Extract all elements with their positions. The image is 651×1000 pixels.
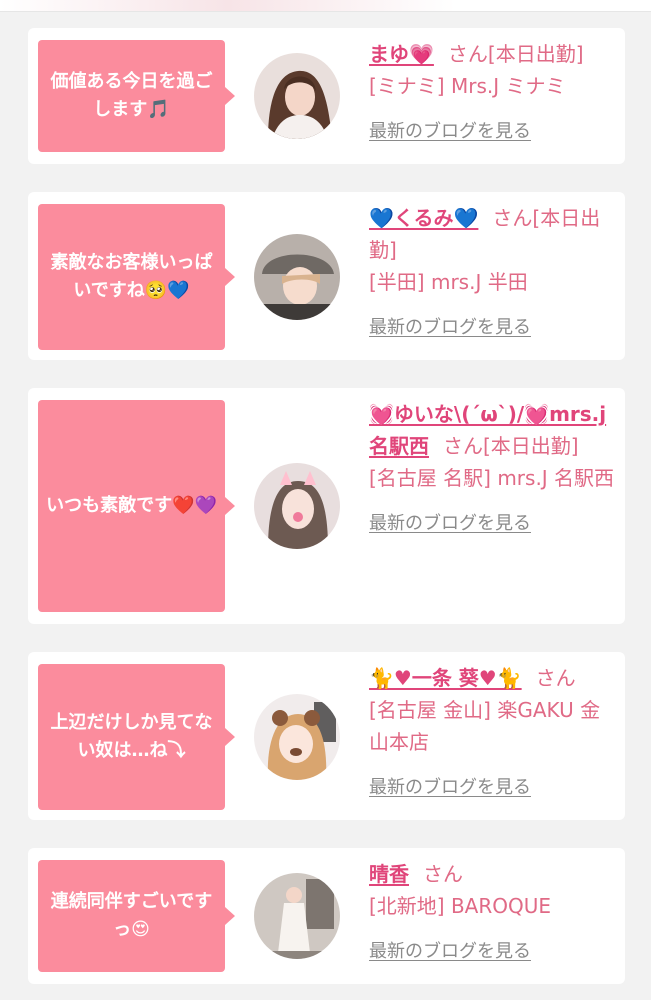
cast-card[interactable]: 素敵なお客様いっぱいですね🥺💙 💙くるみ💙 さん[本日出勤] [半田] mrs.J… [28,192,625,360]
cast-card[interactable]: いつも素敵です❤️💜 💓ゆいな\(´ω`)/💓mrs.j名駅西 さん[本日出勤] … [28,388,625,624]
honorific: さん [492,206,533,230]
message-bubble: 素敵なお客様いっぱいですね🥺💙 [38,204,235,350]
message-bubble: 上辺だけしか見てない奴は…ね⤵ [38,664,235,810]
avatar-photo-long-hair-icon [254,53,340,139]
cast-name-link[interactable]: 💙くるみ💙 [369,206,478,230]
latest-blog-link[interactable]: 最新のブログを見る [369,116,531,148]
latest-blog-link[interactable]: 最新のブログを見る [369,508,531,540]
honorific: さん [535,666,576,690]
latest-blog-link[interactable]: 最新のブログを見る [369,936,531,968]
honorific: さん [423,862,463,886]
cast-info: 💓ゆいな\(´ω`)/💓mrs.j名駅西 さん[本日出勤] [名古屋 名駅] mr… [369,398,619,540]
cast-name-link[interactable]: まゆ💗 [369,42,434,66]
message-text: 連続同伴すごいですっ😍 [50,891,213,940]
avatar[interactable] [254,234,340,320]
message-text: 上辺だけしか見てない奴は…ね⤵ [50,712,213,761]
avatar-photo-cat-filter-icon [254,463,340,549]
avatar[interactable] [254,694,340,780]
cast-info: まゆ💗 さん[本日出勤] [ミナミ] Mrs.J ミナミ 最新のブログを見る [369,38,619,148]
cast-info: 🐈♥一条 葵♥🐈 さん [名古屋 金山] 楽GAKU 金山本店 最新のブログを見る [369,662,619,804]
message-bubble: 価値ある今日を過ごします🎵 [38,40,235,152]
cast-card[interactable]: 連続同伴すごいですっ😍 晴香 さん [北新地] BAROQUE 最新のブログを見る [28,848,625,984]
shop-label: [北新地] BAROQUE [369,894,552,918]
avatar-photo-full-body-icon [254,873,340,959]
shop-label: [名古屋 名駅] mrs.J 名駅西 [369,466,615,490]
shop-label: [半田] mrs.J 半田 [369,270,528,294]
cast-card[interactable]: 上辺だけしか見てない奴は…ね⤵ 🐈♥一条 葵♥🐈 さん [名古屋 金山] 楽GAK… [28,652,625,820]
cast-name-link[interactable]: 晴香 [369,862,409,886]
message-text: いつも素敵です❤️💜 [46,495,217,516]
message-bubble: 連続同伴すごいですっ😍 [38,860,235,972]
latest-blog-link[interactable]: 最新のブログを見る [369,312,531,344]
cast-name-link[interactable]: 🐈♥一条 葵♥🐈 [369,666,522,690]
message-text: 価値ある今日を過ごします🎵 [50,71,213,120]
shop-label: [ミナミ] Mrs.J ミナミ [369,74,566,98]
cast-info: 晴香 さん [北新地] BAROQUE 最新のブログを見る [369,858,619,968]
avatar[interactable] [254,53,340,139]
message-text: 素敵なお客様いっぱいですね🥺💙 [50,252,213,301]
message-bubble: いつも素敵です❤️💜 [38,400,235,612]
avatar-photo-cap-icon [254,234,340,320]
cast-card[interactable]: 価値ある今日を過ごします🎵 まゆ💗 さん[本日出勤] [ミナミ] Mrs.J ミナ… [28,28,625,164]
top-bar [0,0,651,12]
honorific: さん [447,42,488,66]
cast-info: 💙くるみ💙 さん[本日出勤] [半田] mrs.J 半田 最新のブログを見る [369,202,619,344]
status-label: [本日出勤] [487,42,584,66]
avatar-photo-bear-filter-icon [254,694,340,780]
shop-label: [名古屋 金山] 楽GAKU 金山本店 [369,698,601,754]
status-label: [本日出勤] [483,434,579,458]
avatar[interactable] [254,873,340,959]
avatar[interactable] [254,463,340,549]
latest-blog-link[interactable]: 最新のブログを見る [369,772,531,804]
honorific: さん [443,434,483,458]
